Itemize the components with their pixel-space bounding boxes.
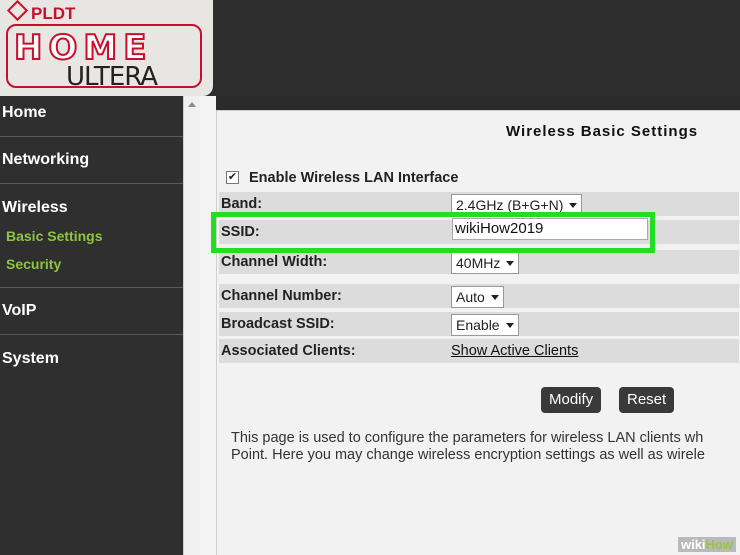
associated-clients-label: Associated Clients:	[221, 343, 356, 359]
broadcast-ssid-select[interactable]: Enable	[451, 314, 519, 336]
sidebar-divider	[0, 136, 183, 137]
channel-number-label: Channel Number:	[221, 288, 342, 304]
watermark-wiki: wiki	[680, 537, 706, 552]
dropdown-arrow-icon	[506, 261, 515, 266]
channel-number-row: Channel Number: Auto	[219, 284, 739, 310]
watermark-how: How	[705, 537, 733, 552]
sidebar-divider	[0, 287, 183, 288]
description-line: Point. Here you may change wireless encr…	[231, 447, 705, 463]
channel-number-select[interactable]: Auto	[451, 286, 504, 308]
show-active-clients-link[interactable]: Show Active Clients	[451, 343, 578, 359]
sidebar-nav: Home Networking Wireless Basic Settings …	[0, 96, 183, 555]
associated-clients-row: Associated Clients: Show Active Clients	[219, 339, 739, 365]
channel-number-value: Auto	[456, 289, 485, 305]
frame-gutter	[200, 96, 216, 555]
pldt-diamond-icon	[6, 0, 29, 22]
sidebar-divider	[0, 183, 183, 184]
dropdown-arrow-icon	[490, 295, 499, 300]
sidebar-item-system[interactable]: System	[0, 350, 183, 368]
sidebar-item-wireless[interactable]: Wireless	[0, 199, 183, 217]
band-label: Band:	[221, 196, 263, 212]
pldt-home-ultera-logo: PLDT HOME ULTERA	[0, 0, 213, 96]
wikihow-watermark: wikiHow	[677, 537, 736, 552]
channel-width-value: 40MHz	[456, 255, 501, 271]
sidebar-scrollbar[interactable]	[183, 96, 200, 555]
logo-ultera-text: ULTERA	[66, 62, 158, 92]
top-header-bar: PLDT HOME ULTERA	[0, 0, 740, 96]
channel-width-label: Channel Width:	[221, 254, 328, 270]
brand-label: PLDT	[6, 0, 76, 24]
modify-button[interactable]: Modify	[541, 387, 602, 413]
sidebar-subitem-security[interactable]: Security	[6, 256, 61, 272]
broadcast-ssid-row: Broadcast SSID: Enable	[219, 312, 739, 338]
sidebar-item-networking[interactable]: Networking	[0, 151, 183, 169]
enable-wlan-label: Enable Wireless LAN Interface	[249, 170, 459, 186]
sidebar-subitem-basic-settings[interactable]: Basic Settings	[6, 228, 102, 244]
sidebar-divider	[0, 334, 183, 335]
wireless-settings-panel: Wireless Basic Settings ✔ Enable Wireles…	[216, 110, 740, 555]
reset-button[interactable]: Reset	[619, 387, 675, 413]
dropdown-arrow-icon	[569, 203, 578, 208]
sidebar-item-home[interactable]: Home	[0, 104, 183, 122]
brand-text: PLDT	[31, 4, 76, 23]
broadcast-ssid-label: Broadcast SSID:	[221, 316, 335, 332]
enable-wlan-checkbox[interactable]: ✔	[226, 171, 239, 184]
band-select-value: 2.4GHz (B+G+N)	[456, 197, 564, 213]
scroll-up-arrow-icon[interactable]	[188, 102, 196, 107]
ssid-highlight-box	[211, 212, 655, 253]
channel-width-select[interactable]: 40MHz	[451, 252, 520, 274]
enable-wlan-row: ✔ Enable Wireless LAN Interface	[219, 166, 739, 192]
broadcast-ssid-value: Enable	[456, 317, 500, 333]
sidebar-item-voip[interactable]: VoIP	[0, 302, 183, 320]
page-description: This page is used to configure the param…	[231, 430, 740, 464]
description-line: This page is used to configure the param…	[231, 430, 704, 446]
dropdown-arrow-icon	[505, 323, 514, 328]
page-title: Wireless Basic Settings	[506, 123, 699, 140]
channel-width-row: Channel Width: 40MHz	[219, 250, 739, 276]
